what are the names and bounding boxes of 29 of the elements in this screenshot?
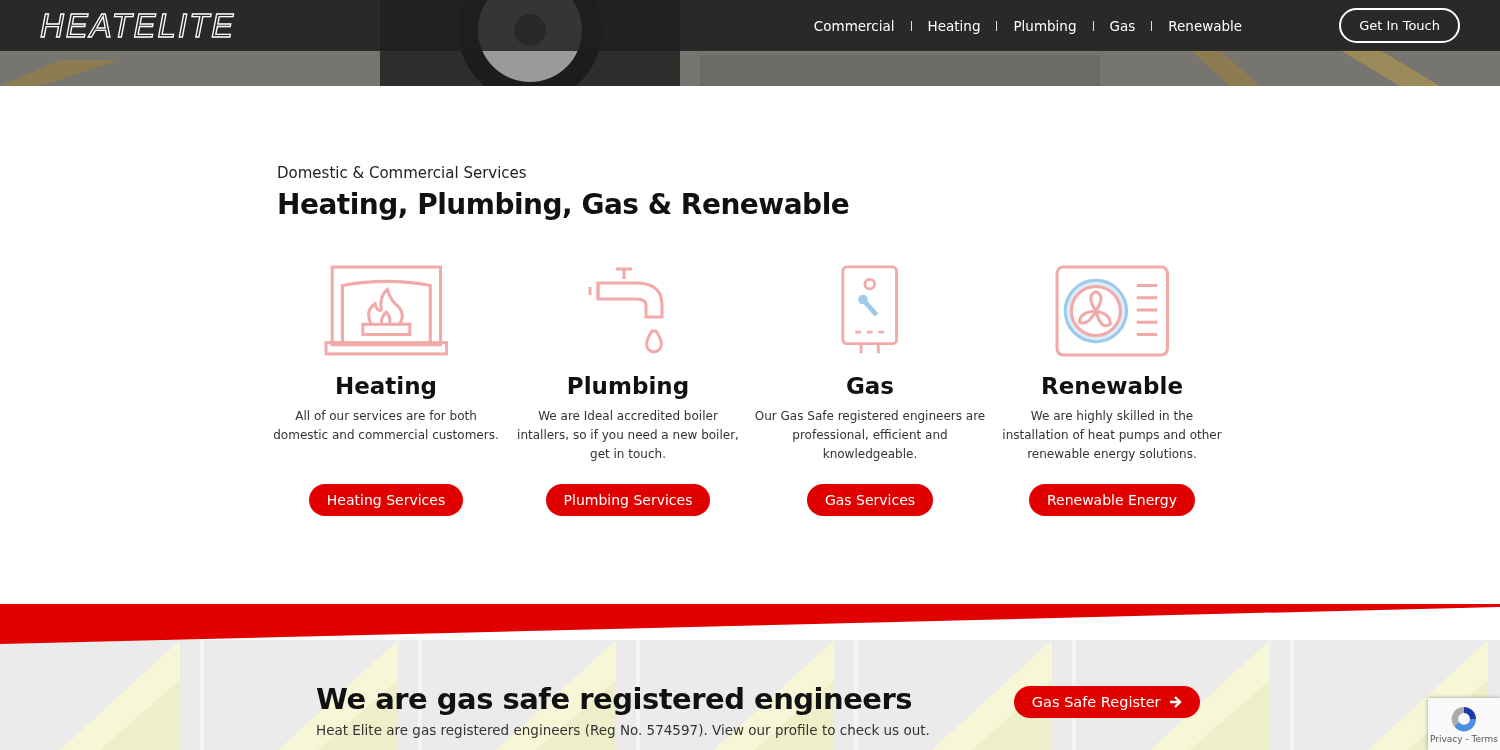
heat-pump-icon	[1054, 265, 1170, 357]
nav-link[interactable]: Renewable	[1168, 17, 1243, 34]
fireplace-icon	[323, 265, 449, 357]
section-subtitle: Domestic & Commercial Services	[277, 164, 528, 182]
service-button[interactable]: Plumbing Services	[545, 484, 711, 516]
service-button[interactable]: Renewable Energy	[1028, 484, 1196, 516]
service-description: Our Gas Safe registered engineers are professional, efficient and knowledgeable.	[754, 408, 986, 463]
nav-link[interactable]: Commercial	[813, 17, 895, 34]
recaptcha-icon	[1449, 704, 1479, 734]
privacy-terms-link[interactable]: Privacy - Terms	[1429, 734, 1499, 744]
logo[interactable]: HEATELITE	[40, 9, 236, 42]
service-title: Plumbing	[566, 373, 690, 399]
nav-link[interactable]: Heating	[927, 17, 981, 34]
nav-link[interactable]: Plumbing	[1013, 17, 1077, 34]
service-title: Renewable	[1041, 373, 1183, 399]
service-button[interactable]: Heating Services	[308, 484, 464, 516]
section-title: Heating, Plumbing, Gas & Renewable	[277, 188, 851, 221]
service-description: All of our services are for both domestic and commercial customers.	[272, 408, 500, 444]
service-description: We are highly skilled in the installation of heat pumps and other renewable energy solutions.	[1001, 408, 1223, 463]
arrow-icon	[1168, 696, 1182, 708]
service-title: Gas	[845, 373, 895, 399]
service-description: We are Ideal accredited boiler intallers, so if you need a new boiler, get in touch.	[516, 408, 740, 463]
get-in-touch-button[interactable]: Get In Touch	[1339, 8, 1460, 43]
nav-link[interactable]: Gas	[1109, 17, 1136, 34]
gas-safe-description: Heat Elite are gas registered engineers (Reg No. 574597). View our profile to check us out.	[316, 722, 930, 738]
service-button[interactable]: Gas Services	[806, 484, 934, 516]
gas-safe-register-button[interactable]: Gas Safe Register	[1013, 686, 1200, 718]
gas-safe-title: We are gas safe registered engineers	[316, 682, 914, 716]
service-title: Heating	[334, 373, 438, 399]
